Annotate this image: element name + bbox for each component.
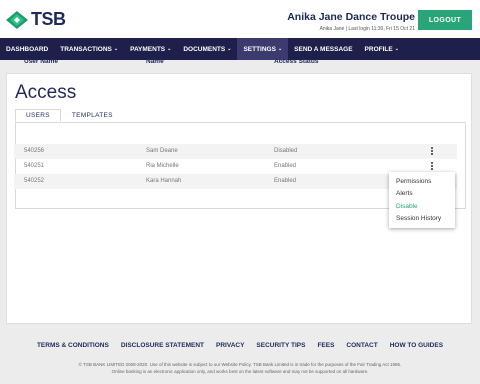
chevron-down-icon: ⌄ bbox=[113, 46, 119, 52]
menu-item-alerts[interactable]: Alerts bbox=[389, 188, 455, 201]
menu-item-permissions[interactable]: Permissions bbox=[389, 175, 455, 188]
column-header-user-name: User Name bbox=[24, 58, 58, 65]
brand-name: TSB bbox=[31, 9, 66, 29]
cell-status: Disabled bbox=[274, 148, 298, 154]
logout-button[interactable]: LOGOUT bbox=[418, 10, 472, 30]
tab-users[interactable]: USERS bbox=[15, 109, 61, 122]
menu-item-disable[interactable]: Disable bbox=[389, 200, 455, 213]
footer-links: TERMS & CONDITIONS DISCLOSURE STATEMENT … bbox=[0, 342, 480, 349]
kebab-menu-icon[interactable] bbox=[428, 146, 436, 156]
footer-link-fees[interactable]: FEES bbox=[317, 342, 334, 349]
cell-user-name: 540252 bbox=[24, 178, 45, 184]
chevron-down-icon: ⌄ bbox=[394, 46, 399, 52]
user-info: Anika Jane Dance Troupe Anika Jane | Las… bbox=[287, 11, 415, 32]
cell-user-name: 540251 bbox=[24, 163, 45, 169]
footer-link-disclosure[interactable]: DISCLOSURE STATEMENT bbox=[121, 342, 204, 349]
footer-link-privacy[interactable]: PRIVACY bbox=[216, 342, 244, 349]
cell-name: Kara Hannah bbox=[146, 178, 182, 184]
footer-link-contact[interactable]: CONTACT bbox=[346, 342, 377, 349]
nav-settings[interactable]: SETTINGS ⌄ bbox=[237, 38, 289, 60]
nav-documents[interactable]: DOCUMENTS ⌄ bbox=[177, 38, 237, 60]
chevron-down-icon: ⌄ bbox=[167, 46, 172, 52]
tab-bar: USERS TEMPLATES bbox=[15, 109, 124, 122]
nav-profile[interactable]: PROFILE ⌄ bbox=[359, 38, 405, 60]
column-header-name: Name bbox=[146, 58, 164, 65]
table-row[interactable]: 540256 Sam Deane Disabled bbox=[14, 144, 457, 159]
footer-link-terms[interactable]: TERMS & CONDITIONS bbox=[37, 342, 109, 349]
main-nav: DASHBOARD TRANSACTIONS ⌄ PAYMENTS ⌄ DOCUME… bbox=[0, 38, 480, 60]
cell-name: Ria Michelle bbox=[146, 163, 179, 169]
column-header-access-status: Access Status bbox=[274, 58, 319, 65]
kebab-menu-icon[interactable] bbox=[428, 161, 436, 171]
last-login-text: Anika Jane | Last login 11:30, Fri 15 Oc… bbox=[319, 26, 415, 32]
cell-status: Enabled bbox=[274, 178, 297, 184]
footer-link-how-to-guides[interactable]: HOW TO GUIDES bbox=[390, 342, 443, 349]
tsb-diamond-logo-icon bbox=[6, 10, 28, 29]
tab-templates[interactable]: TEMPLATES bbox=[61, 109, 124, 122]
nav-send-message[interactable]: SEND A MESSAGE bbox=[288, 38, 358, 60]
nav-dashboard[interactable]: DASHBOARD bbox=[0, 38, 54, 60]
page-title: Access bbox=[15, 82, 77, 103]
cell-name: Sam Deane bbox=[146, 148, 178, 154]
footer-legal-line-1: © TSB BANK LIMITED 2008-2020. Use of thi… bbox=[78, 362, 402, 367]
menu-item-session-history[interactable]: Session History bbox=[389, 213, 455, 226]
row-context-menu: Permissions Alerts Disable Session Histo… bbox=[389, 172, 455, 228]
chevron-down-icon: ⌄ bbox=[277, 46, 283, 52]
tsb-logo[interactable]: TSB bbox=[6, 9, 66, 30]
footer-legal-line-2: Online banking is an electronic applicat… bbox=[111, 369, 369, 374]
account-name: Anika Jane Dance Troupe bbox=[287, 11, 415, 23]
footer-link-security-tips[interactable]: SECURITY TIPS bbox=[256, 342, 305, 349]
nav-transactions[interactable]: TRANSACTIONS ⌄ bbox=[54, 38, 124, 60]
nav-payments[interactable]: PAYMENTS ⌄ bbox=[124, 38, 177, 60]
cell-user-name: 540256 bbox=[24, 148, 45, 154]
chevron-down-icon: ⌄ bbox=[227, 46, 232, 52]
cell-status: Enabled bbox=[274, 163, 297, 169]
top-header: TSB Anika Jane Dance Troupe Anika Jane |… bbox=[0, 0, 480, 38]
